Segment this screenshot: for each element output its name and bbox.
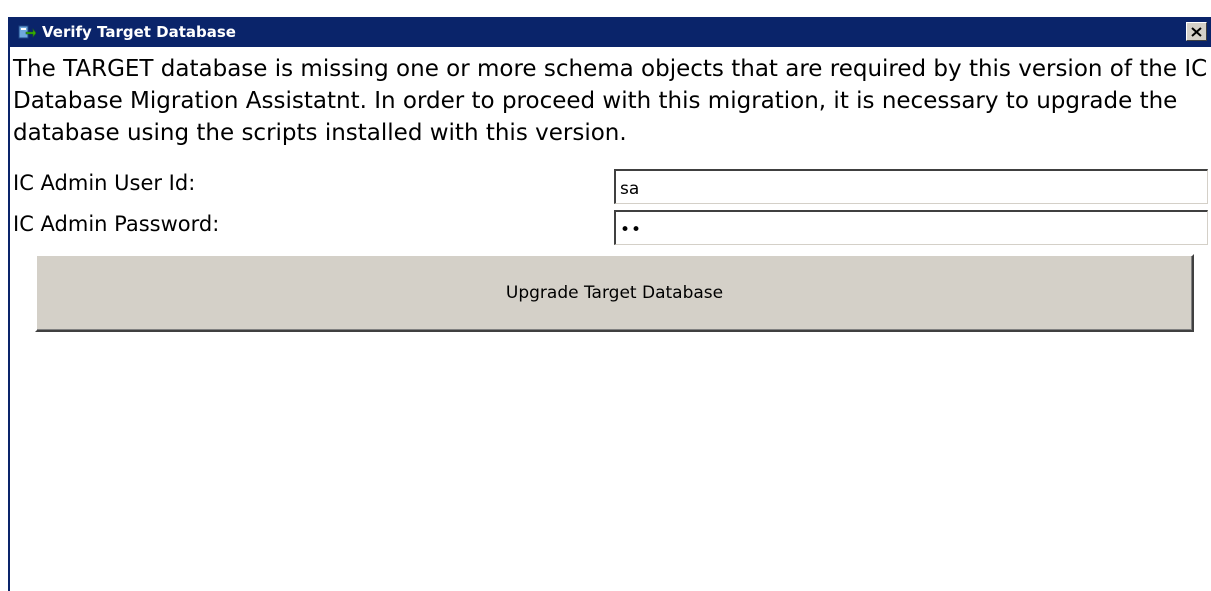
password-input[interactable] [614,210,1208,245]
close-button[interactable] [1186,22,1207,41]
upgrade-button-label: Upgrade Target Database [505,283,724,303]
close-icon [1191,26,1202,37]
upgrade-target-database-button[interactable]: Upgrade Target Database [35,254,1194,332]
password-label: IC Admin Password: [13,212,220,236]
user-id-label: IC Admin User Id: [13,171,196,195]
database-migration-icon [18,25,36,39]
verify-target-database-dialog: Verify Target Database The TARGET databa… [8,17,1211,591]
user-id-input[interactable] [614,169,1208,204]
window-title: Verify Target Database [42,23,236,41]
upgrade-required-message: The TARGET database is missing one or mo… [13,56,1208,146]
title-bar[interactable]: Verify Target Database [10,17,1211,47]
